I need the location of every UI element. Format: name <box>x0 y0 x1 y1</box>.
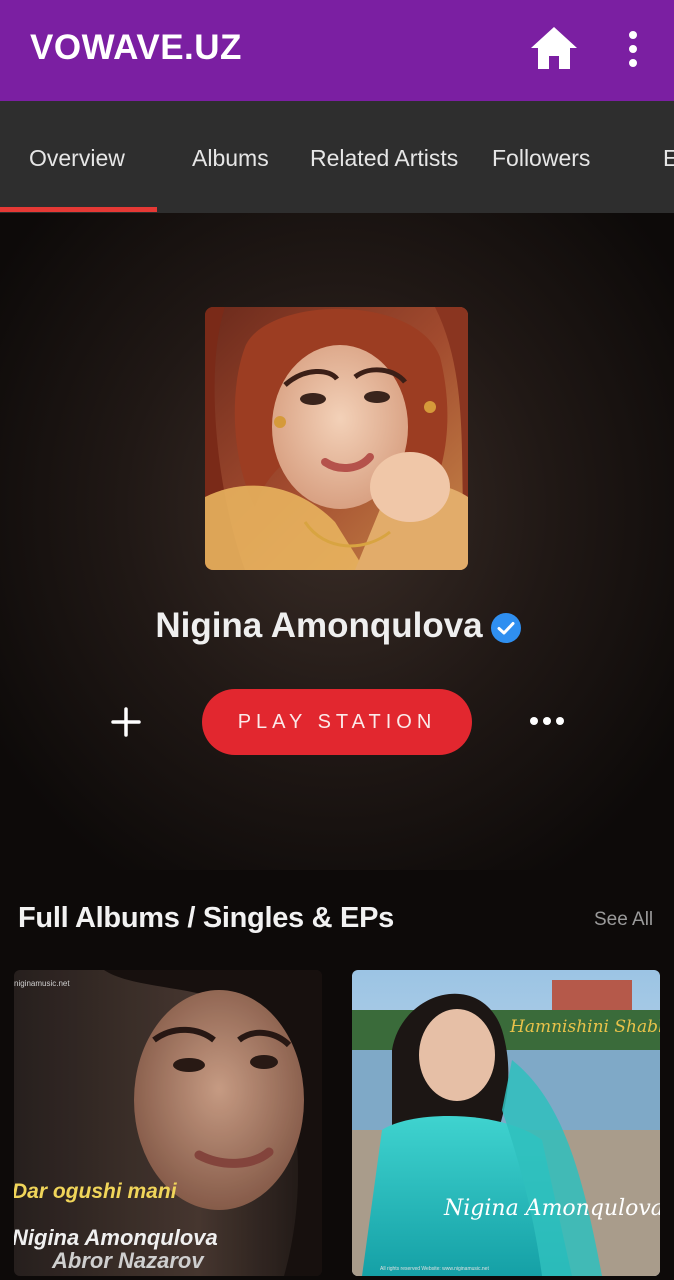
album-cover-title: Dar ogushi mani <box>14 1180 178 1203</box>
album-cover-small-text: All rights reserved Website: www.niginam… <box>380 1266 489 1272</box>
tab-related-artists[interactable]: Related Artists <box>310 145 458 172</box>
app-bar: VOWAVE.UZ <box>0 0 674 101</box>
album-card[interactable]: niginamusic.net Dar ogushi mani Nigina A… <box>14 970 322 1276</box>
play-station-button[interactable]: PLAY STATION <box>202 689 472 755</box>
artist-photo <box>205 307 468 570</box>
artist-name-text: Nigina Amonqulova <box>155 606 483 645</box>
verified-check-icon <box>490 612 522 644</box>
artist-name: Nigina Amonqulova <box>0 606 674 646</box>
more-vertical-icon[interactable] <box>612 26 654 72</box>
plus-icon[interactable] <box>108 704 144 740</box>
tab-partial[interactable]: E <box>663 145 674 172</box>
app-title: VOWAVE.UZ <box>30 28 242 67</box>
tab-bar: Overview Albums Related Artists Follower… <box>0 101 674 213</box>
tab-followers[interactable]: Followers <box>492 145 590 172</box>
album-cover-artist: Nigina Amonqulova <box>443 1196 660 1221</box>
home-icon[interactable] <box>528 24 580 72</box>
album-cover-small-text: niginamusic.net <box>14 979 70 988</box>
album-card[interactable]: Hamnishini Shabha Nigina Amonqulova All … <box>352 970 660 1276</box>
tab-albums[interactable]: Albums <box>192 145 269 172</box>
tab-overview[interactable]: Overview <box>29 145 125 172</box>
section-title: Full Albums / Singles & EPs <box>18 902 394 934</box>
active-tab-indicator <box>0 207 157 212</box>
album-cover-title: Hamnishini Shabha <box>509 1017 660 1037</box>
more-horizontal-icon[interactable] <box>526 708 568 734</box>
album-cover-featured: Abror Nazarov <box>51 1248 205 1273</box>
album-cover-artist: Nigina Amonqulova <box>14 1225 218 1250</box>
see-all-link[interactable]: See All <box>594 909 653 931</box>
